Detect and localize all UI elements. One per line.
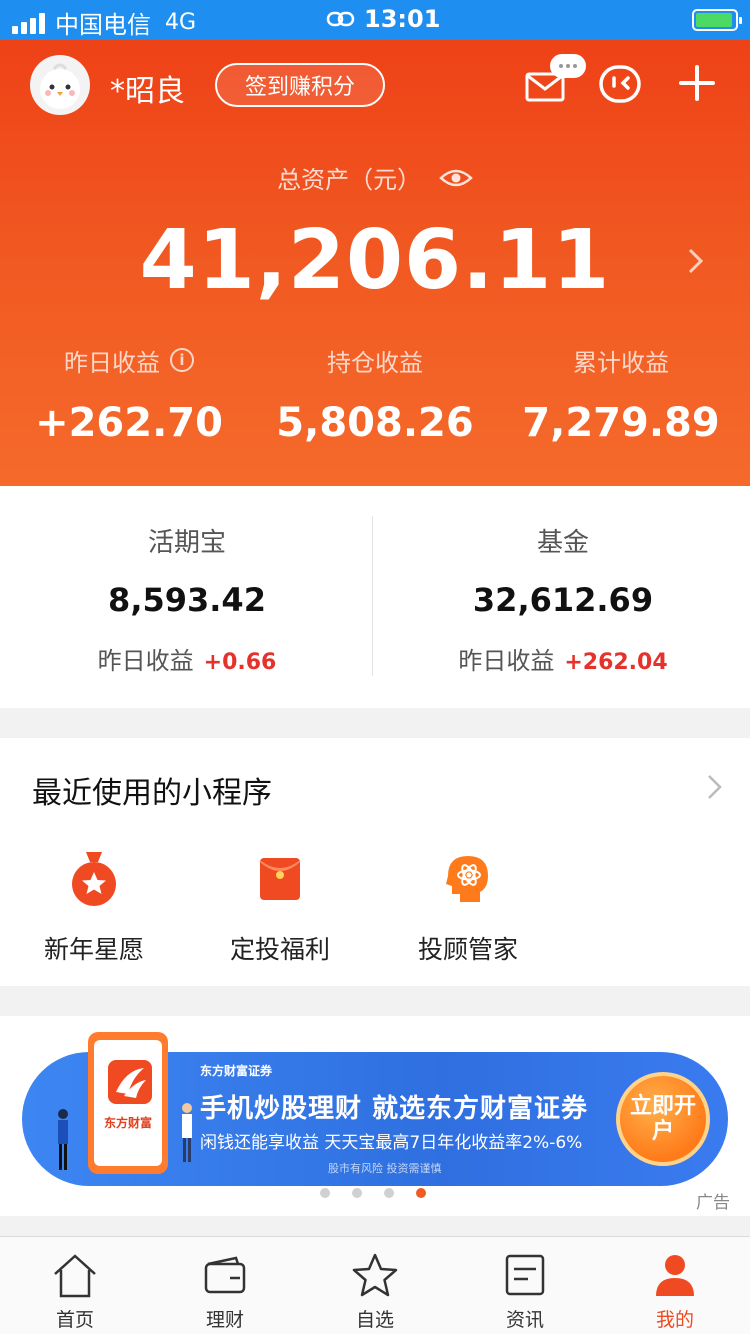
recent-mini-programs: 最近使用的小程序 新年星愿 定投福利 投顾管家 bbox=[0, 738, 750, 986]
total-assets-label: 总资产（元） bbox=[277, 166, 422, 194]
account-huoqibao[interactable]: 活期宝 8,593.42 昨日收益 +0.66 bbox=[0, 522, 374, 676]
total-assets-value[interactable]: 41,206.11 bbox=[0, 213, 750, 308]
carousel-dot[interactable] bbox=[352, 1188, 362, 1198]
home-icon bbox=[54, 1254, 96, 1298]
tab-mine[interactable]: 我的 bbox=[600, 1251, 750, 1332]
account-yesterday-label: 昨日收益 bbox=[97, 647, 194, 675]
tab-label: 自选 bbox=[355, 1309, 394, 1331]
banner-brand: 东方财富证券 bbox=[200, 1064, 273, 1078]
wallet-icon bbox=[204, 1256, 246, 1294]
account-yesterday-value: +262.04 bbox=[564, 650, 668, 675]
message-badge bbox=[550, 54, 586, 78]
tab-label: 资讯 bbox=[505, 1309, 544, 1331]
mini-app-label: 定投福利 bbox=[229, 935, 330, 964]
signin-points-button[interactable]: 签到赚积分 bbox=[215, 63, 385, 107]
banner-subtitle: 闲钱还能享收益 天天宝最高7日年化收益率2%-6% bbox=[200, 1133, 583, 1153]
tab-wealth[interactable]: 理财 bbox=[150, 1251, 300, 1332]
tab-news[interactable]: 资讯 bbox=[450, 1251, 600, 1332]
mini-app-label: 新年星愿 bbox=[43, 935, 144, 964]
customer-service-icon[interactable] bbox=[598, 62, 642, 106]
account-name: 基金 bbox=[536, 528, 589, 558]
mini-app-advisor[interactable]: 投顾管家 bbox=[388, 848, 548, 966]
signal-icon bbox=[12, 12, 45, 34]
carousel-dot[interactable] bbox=[384, 1188, 394, 1198]
open-account-button[interactable]: 立即开户 bbox=[616, 1072, 710, 1166]
carousel-dot-active[interactable] bbox=[416, 1188, 426, 1198]
link-icon bbox=[326, 11, 355, 27]
eye-icon[interactable] bbox=[438, 167, 473, 189]
stat-value: 7,279.89 bbox=[522, 400, 720, 446]
star-bag-icon bbox=[72, 852, 116, 906]
add-icon[interactable] bbox=[678, 64, 716, 102]
status-bar: 中国电信 4G 13:01 bbox=[0, 0, 750, 40]
carousel-indicator bbox=[320, 1188, 426, 1198]
network-type: 4G bbox=[165, 10, 197, 35]
carrier-name: 中国电信 bbox=[55, 11, 151, 39]
person-illustration-icon bbox=[58, 1109, 68, 1170]
ad-banner-card: 东方财富 东方财富证券 手机炒股理财 就选东方财富证券 闲钱还能享收益 天天宝最… bbox=[0, 1016, 750, 1216]
stat-yesterday[interactable]: 昨日收益 i +262.70 bbox=[4, 342, 254, 446]
stat-label: 累计收益 bbox=[573, 348, 669, 377]
section-title: 最近使用的小程序 bbox=[32, 776, 272, 811]
account-yesterday-label: 昨日收益 bbox=[458, 647, 555, 675]
stat-value: +262.70 bbox=[35, 400, 223, 446]
bottom-tab-bar: 首页 理财 自选 资讯 我的 bbox=[0, 1236, 750, 1334]
eastmoney-logo-icon bbox=[108, 1060, 152, 1104]
carousel-dot[interactable] bbox=[320, 1188, 330, 1198]
account-name: 活期宝 bbox=[147, 528, 226, 558]
chevron-right-icon[interactable] bbox=[686, 246, 706, 276]
tab-label: 首页 bbox=[55, 1309, 94, 1331]
banner-headline: 手机炒股理财 就选东方财富证券 bbox=[200, 1094, 589, 1124]
brain-atom-icon bbox=[446, 856, 488, 902]
red-envelope-icon bbox=[260, 858, 300, 900]
stat-value: 5,808.26 bbox=[276, 400, 474, 446]
phone-illustration: 东方财富 bbox=[88, 1032, 168, 1174]
user-icon bbox=[656, 1255, 694, 1296]
news-icon bbox=[505, 1254, 545, 1296]
tab-label: 我的 bbox=[655, 1309, 694, 1331]
mini-app-new-year-wish[interactable]: 新年星愿 bbox=[14, 848, 174, 966]
avatar[interactable] bbox=[30, 55, 90, 115]
account-header: 中国电信 4G 13:01 *昭良 签到赚积分 总资产（元） 41,206.11… bbox=[0, 0, 750, 486]
app-name: 东方财富 bbox=[103, 1116, 152, 1130]
battery-icon bbox=[692, 9, 742, 31]
account-yesterday-value: +0.66 bbox=[203, 650, 277, 675]
accounts-card: 活期宝 8,593.42 昨日收益 +0.66 基金 32,612.69 昨日收益… bbox=[0, 486, 750, 708]
clock: 13:01 bbox=[364, 5, 441, 33]
ad-label: 广告 bbox=[696, 1193, 730, 1213]
account-fund[interactable]: 基金 32,612.69 昨日收益 +262.04 bbox=[376, 522, 750, 676]
banner-risk-note: 股市有风险 投资需谨慎 bbox=[328, 1162, 442, 1175]
account-amount: 8,593.42 bbox=[108, 581, 266, 619]
tab-watchlist[interactable]: 自选 bbox=[300, 1251, 450, 1332]
divider bbox=[372, 516, 373, 676]
stat-cumulative[interactable]: 累计收益 7,279.89 bbox=[496, 342, 746, 447]
chevron-right-icon[interactable] bbox=[706, 772, 724, 802]
info-icon[interactable]: i bbox=[170, 348, 194, 372]
tab-home[interactable]: 首页 bbox=[0, 1251, 150, 1332]
star-icon bbox=[352, 1253, 398, 1297]
person-illustration-icon bbox=[182, 1103, 192, 1162]
mini-app-fixed-investment[interactable]: 定投福利 bbox=[200, 848, 360, 966]
stat-label: 持仓收益 bbox=[327, 348, 423, 377]
ad-banner[interactable]: 东方财富 东方财富证券 手机炒股理财 就选东方财富证券 闲钱还能享收益 天天宝最… bbox=[22, 1032, 728, 1186]
tab-label: 理财 bbox=[205, 1309, 244, 1331]
total-assets-label-row: 总资产（元） bbox=[0, 160, 750, 195]
mini-app-label: 投顾管家 bbox=[417, 935, 518, 964]
account-amount: 32,612.69 bbox=[472, 581, 654, 619]
username[interactable]: *昭良 bbox=[110, 66, 185, 110]
stat-label: 昨日收益 bbox=[64, 348, 160, 377]
stat-holding[interactable]: 持仓收益 5,808.26 bbox=[250, 342, 500, 447]
